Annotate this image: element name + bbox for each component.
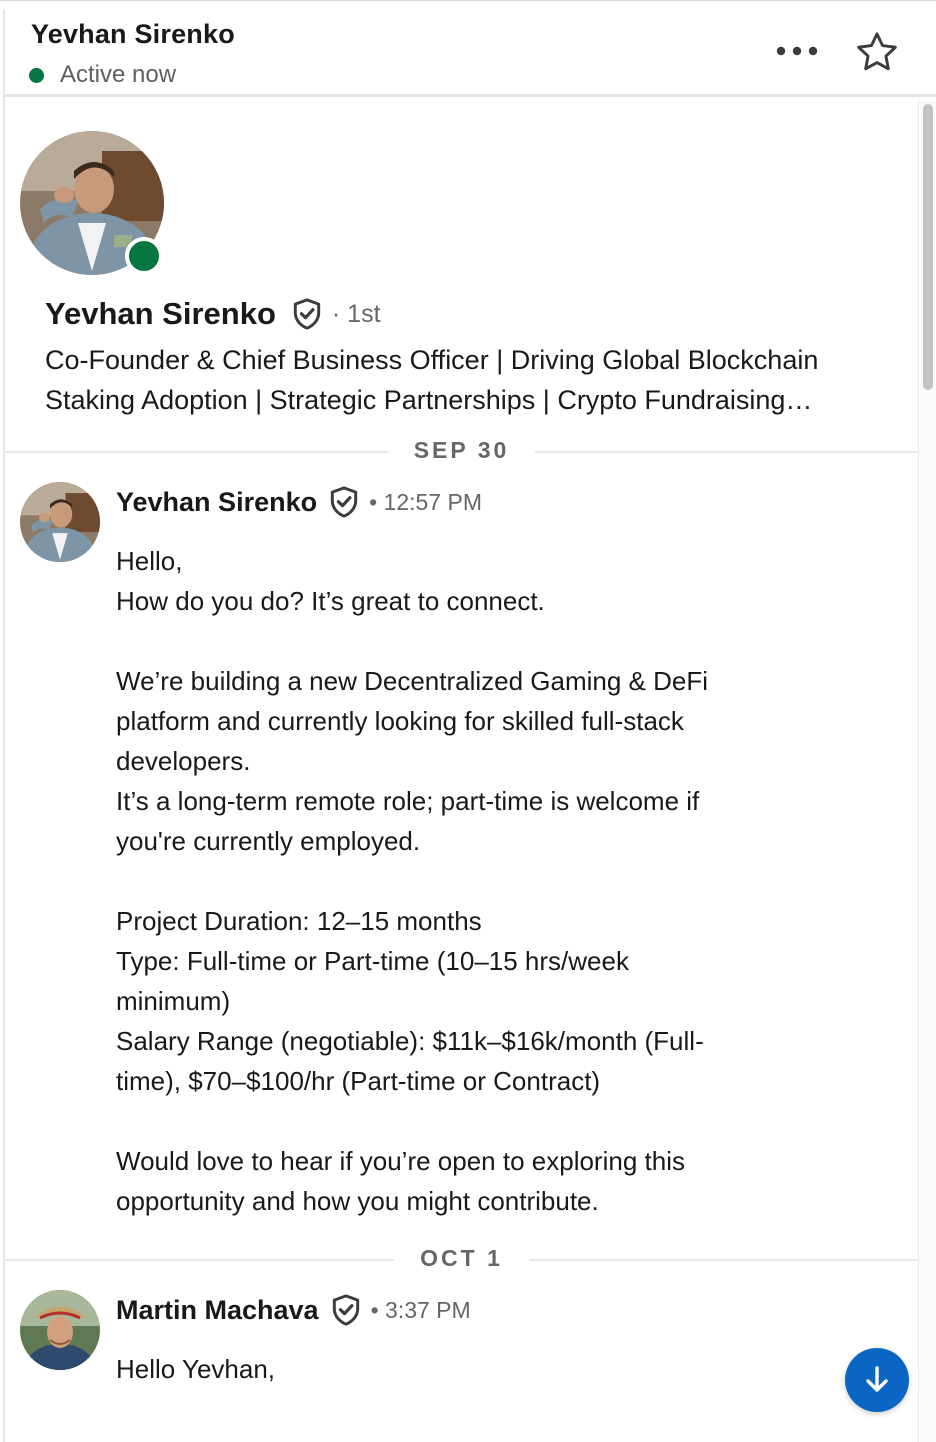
sender-avatar[interactable] [20,482,100,562]
message-timestamp: • 12:57 PM [369,488,482,515]
message-line: We’re building a new Decentralized Gamin… [116,666,709,696]
message-line: platform and currently looking for skill… [116,706,684,736]
scrollbar-thumb[interactable] [923,104,933,390]
message-line: time), $70–$100/hr (Part-time or Contrac… [116,1066,601,1096]
header-contact-name[interactable]: Yevhan Sirenko [31,19,235,50]
profile-headline-line: Staking Adoption | Strategic Partnership… [45,385,813,415]
message-body: Hello Yevhan, [116,1349,806,1389]
online-indicator-icon [29,67,44,83]
verified-badge-icon [329,486,359,518]
verified-badge-icon [292,298,322,330]
connection-degree: · 1st [331,299,381,328]
presence-status-text: Active now [60,61,177,88]
message-line: Type: Full-time or Part-time (10–15 hrs/… [116,946,629,976]
profile-name-row: Yevhan Sirenko · 1st [45,296,381,332]
sender-avatar[interactable] [20,1290,100,1370]
message-header: Martin Machava • 3:37 PM [116,1294,471,1326]
star-outline-icon [857,32,897,71]
verified-badge-icon [331,1294,361,1326]
date-divider: SEP 30 [5,437,918,467]
message-line: Hello, [116,546,183,576]
message-body: Hello, How do you do? It’s great to conn… [116,541,806,1221]
message-line: developers. [116,746,251,776]
message-line [116,621,806,661]
message-line: you're currently employed. [116,826,421,856]
date-divider-label: SEP 30 [387,437,536,463]
message-sender-name[interactable]: Yevhan Sirenko [116,487,317,518]
message-list[interactable]: Yevhan Sirenko · 1st Co-Founder & Chief … [5,100,918,1442]
profile-online-indicator-icon [125,237,163,275]
message-line: Salary Range (negotiable): $11k–$16k/mon… [116,1026,704,1056]
conversation-header: Yevhan Sirenko Active now [5,9,936,97]
message-line: opportunity and how you might contribute… [116,1186,599,1216]
profile-name[interactable]: Yevhan Sirenko [45,296,276,332]
star-conversation-button[interactable] [851,27,903,77]
message-line: Project Duration: 12–15 months [116,906,482,936]
message-line: minimum) [116,986,231,1016]
message-line: Hello Yevhan, [116,1354,276,1384]
message-line [116,861,806,901]
message-timestamp: • 3:37 PM [370,1296,471,1323]
presence-status: Active now [29,61,176,89]
arrow-down-icon [866,1366,888,1392]
message-header: Yevhan Sirenko • 12:57 PM [116,486,482,518]
profile-headline-line: Co-Founder & Chief Business Officer | Dr… [45,345,819,375]
sender-photo [20,482,100,562]
profile-headline: Co-Founder & Chief Business Officer | Dr… [45,340,895,420]
message-line [116,1101,806,1141]
date-divider-label: OCT 1 [394,1245,529,1271]
more-horizontal-icon [776,46,818,56]
date-divider: OCT 1 [5,1245,918,1275]
message-sender-name[interactable]: Martin Machava [116,1295,319,1326]
scrollbar[interactable] [918,100,936,1442]
message-line: It’s a long-term remote role; part-time … [116,786,700,816]
conversation-window: Yevhan Sirenko Active now Yevhan Sirenko… [0,0,936,1442]
message-line: How do you do? It’s great to connect. [116,586,545,616]
sender-photo [20,1290,100,1370]
more-options-button[interactable] [771,31,823,71]
scroll-to-latest-button[interactable] [845,1348,909,1412]
message-line: Would love to hear if you’re open to exp… [116,1146,685,1176]
